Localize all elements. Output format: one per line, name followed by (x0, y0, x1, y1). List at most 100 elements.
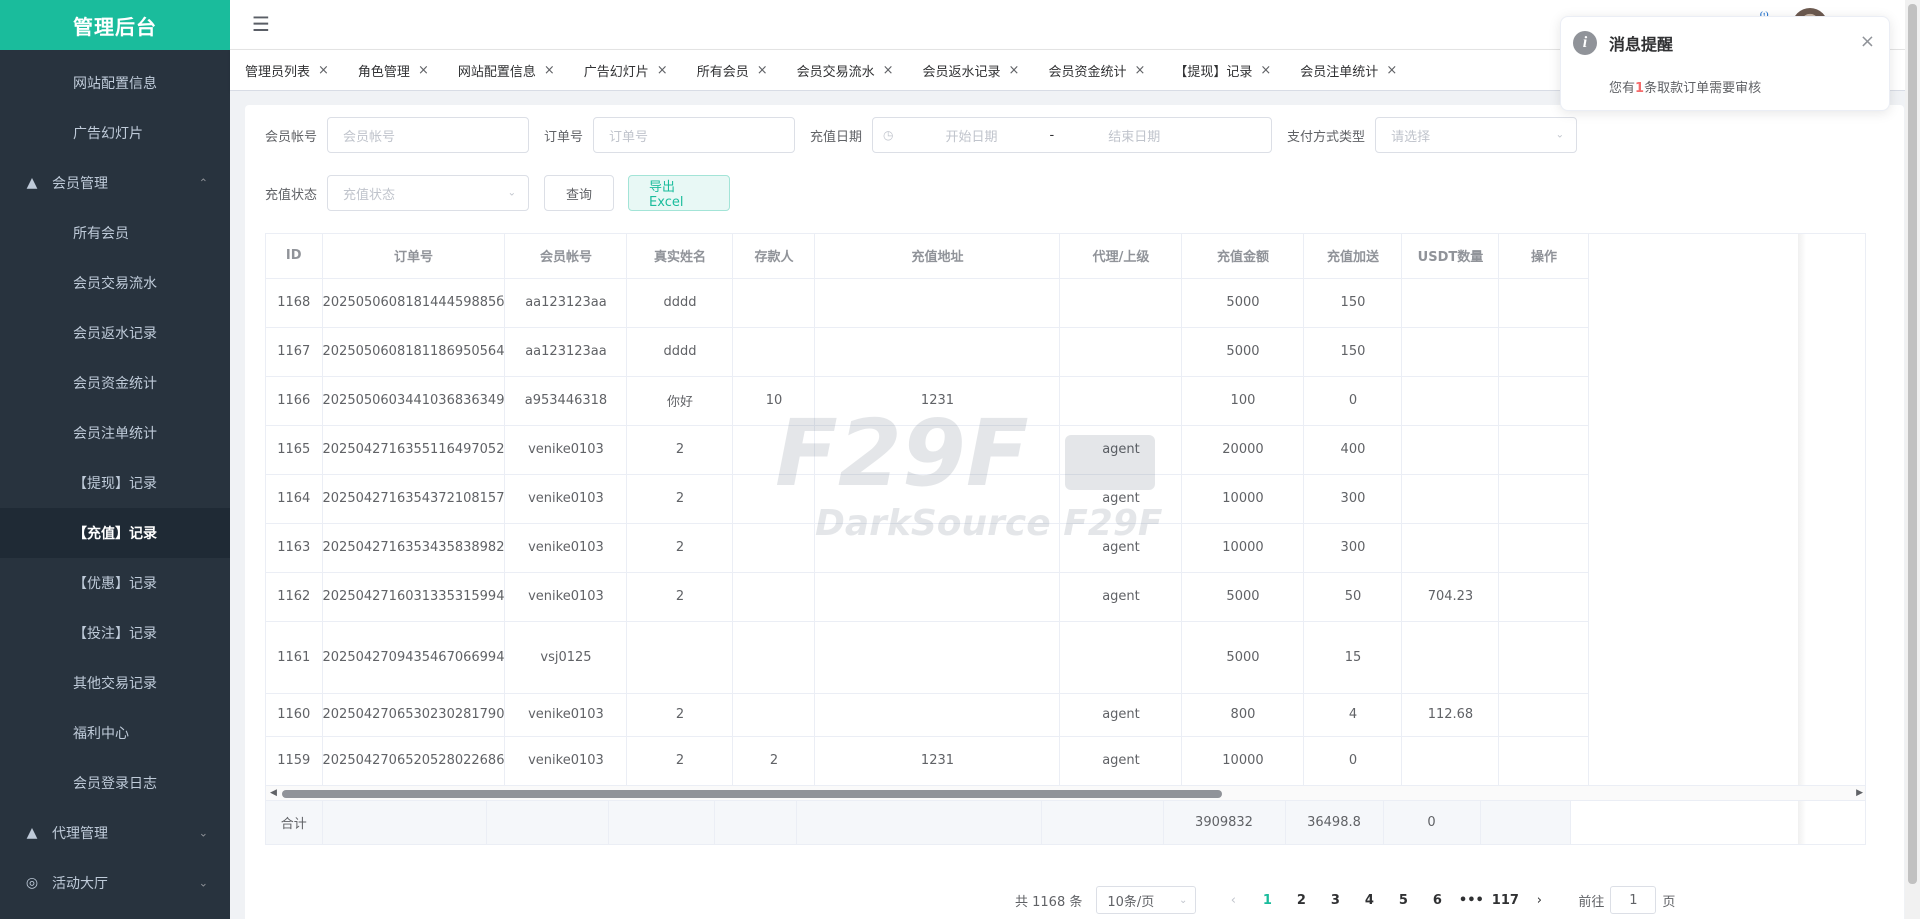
table-cell: 2025042706530230281790 (322, 693, 506, 737)
hamburger-menu-icon[interactable]: ☰ (252, 14, 270, 34)
page-scrollbar-thumb[interactable] (1908, 4, 1917, 884)
prev-page-icon[interactable]: ‹ (1218, 886, 1248, 914)
close-icon[interactable]: × (1009, 63, 1020, 78)
sidebar-item-9[interactable]: 【充值】记录 (0, 508, 230, 558)
page-number[interactable]: 3 (1320, 886, 1350, 914)
sidebar-item-7[interactable]: 会员注单统计 (0, 408, 230, 458)
sidebar-item-5[interactable]: 会员返水记录 (0, 308, 230, 358)
close-icon[interactable]: × (318, 63, 329, 78)
tab-6[interactable]: 会员返水记录 × (913, 55, 1030, 85)
column-header[interactable]: 充值加送 (1303, 234, 1403, 279)
pay-type-select[interactable]: 请选择 ⌄ (1375, 117, 1578, 153)
horizontal-scrollbar[interactable]: ◀ ▶ (266, 785, 1865, 801)
column-header[interactable]: 订单号 (322, 234, 506, 279)
page-number[interactable]: 117 (1490, 886, 1520, 914)
summary-cell (1480, 801, 1571, 844)
column-header[interactable]: ID (266, 234, 323, 279)
sidebar-item-14[interactable]: 会员登录日志 (0, 758, 230, 808)
scroll-left-icon[interactable]: ◀ (270, 788, 277, 798)
sidebar-item-4[interactable]: 会员交易流水 (0, 258, 230, 308)
tab-7[interactable]: 会员资金统计 × (1038, 55, 1155, 85)
close-icon[interactable]: × (1134, 63, 1145, 78)
action-cell[interactable] (1498, 425, 1590, 475)
column-header[interactable]: USDT数量 (1401, 234, 1500, 279)
page-scrollbar[interactable] (1905, 0, 1920, 919)
tab-0[interactable]: 管理员列表 × (235, 55, 339, 85)
table-cell: 1160 (266, 693, 323, 737)
action-cell[interactable] (1498, 278, 1590, 328)
close-icon[interactable]: × (883, 63, 894, 78)
scroll-right-icon[interactable]: ▶ (1856, 788, 1863, 798)
page-number[interactable]: 6 (1422, 886, 1452, 914)
sidebar-item-label: 会员注单统计 (73, 426, 157, 442)
date-end[interactable]: 结束日期 (1108, 126, 1160, 145)
tab-1[interactable]: 角色管理 × (348, 55, 439, 85)
action-cell[interactable] (1498, 523, 1590, 573)
sidebar-item-6[interactable]: 会员资金统计 (0, 358, 230, 408)
query-button[interactable]: 查询 (544, 175, 615, 211)
tab-9[interactable]: 会员注单统计 × (1290, 55, 1407, 85)
column-header[interactable]: 操作 (1498, 234, 1590, 279)
page-number[interactable]: 5 (1388, 886, 1418, 914)
action-cell[interactable] (1498, 376, 1590, 426)
more-pages-icon[interactable]: ••• (1456, 886, 1486, 914)
table-cell (1059, 621, 1183, 694)
sidebar-item-12[interactable]: 其他交易记录 (0, 658, 230, 708)
tab-5[interactable]: 会员交易流水 × (787, 55, 904, 85)
column-header[interactable]: 会员帐号 (504, 234, 628, 279)
table-cell (732, 693, 816, 737)
sidebar-item-1[interactable]: 广告幻灯片 (0, 108, 230, 158)
sidebar-item-3[interactable]: 所有会员 (0, 208, 230, 258)
goto-page-input[interactable]: 1 (1610, 886, 1657, 914)
sidebar-item-8[interactable]: 【提现】记录 (0, 458, 230, 508)
order-input[interactable]: 订单号 (593, 117, 796, 153)
date-range-picker[interactable]: ◷ 开始日期 - 结束日期 (872, 117, 1273, 153)
column-header[interactable]: 充值金额 (1181, 234, 1305, 279)
action-cell[interactable] (1498, 693, 1590, 737)
action-cell[interactable] (1498, 736, 1590, 786)
close-icon[interactable]: × (1386, 63, 1397, 78)
sidebar-item-11[interactable]: 【投注】记录 (0, 608, 230, 658)
sidebar-item-10[interactable]: 【优惠】记录 (0, 558, 230, 608)
action-cell[interactable] (1498, 621, 1590, 694)
next-page-icon[interactable]: › (1524, 886, 1554, 914)
scrollbar-thumb[interactable] (282, 790, 1222, 798)
sidebar-item-15[interactable]: ▲ 代理管理 ⌄ (0, 808, 230, 858)
tab-8[interactable]: 【提现】记录 × (1164, 55, 1281, 85)
action-cell[interactable] (1498, 572, 1590, 622)
summary-cell: 36498.8 (1285, 801, 1384, 844)
date-start[interactable]: 开始日期 (946, 126, 998, 145)
table-cell: 0 (1303, 736, 1403, 786)
close-icon[interactable]: × (418, 63, 429, 78)
close-icon[interactable]: × (1260, 63, 1271, 78)
action-cell[interactable] (1498, 474, 1590, 524)
app-logo-title: 管理后台 (0, 0, 230, 50)
close-icon[interactable]: × (757, 63, 768, 78)
close-icon[interactable]: × (657, 63, 668, 78)
close-icon[interactable]: × (1860, 31, 1875, 52)
sidebar-item-16[interactable]: ◎ 活动大厅 ⌄ (0, 858, 230, 908)
column-header[interactable]: 存款人 (732, 234, 816, 279)
table-cell (732, 572, 816, 622)
column-header[interactable]: 代理/上级 (1059, 234, 1183, 279)
close-icon[interactable]: × (544, 63, 555, 78)
page-number[interactable]: 4 (1354, 886, 1384, 914)
sidebar-item-2[interactable]: ▲ 会员管理 ⌃ (0, 158, 230, 208)
tab-3[interactable]: 广告幻灯片 × (574, 55, 678, 85)
page-number[interactable]: 2 (1286, 886, 1316, 914)
column-header[interactable]: 充值地址 (814, 234, 1061, 279)
sidebar-item-13[interactable]: 福利中心 (0, 708, 230, 758)
action-cell[interactable] (1498, 327, 1590, 377)
tab-4[interactable]: 所有会员 × (687, 55, 778, 85)
export-excel-button[interactable]: 导出Excel (628, 175, 731, 211)
tab-label: 会员返水记录 (922, 64, 1001, 80)
column-header[interactable]: 真实姓名 (626, 234, 734, 279)
sidebar-item-0[interactable]: 网站配置信息 (0, 58, 230, 108)
status-select[interactable]: 充值状态 ⌄ (327, 175, 530, 211)
page-number[interactable]: 1 (1252, 886, 1282, 914)
account-input[interactable]: 会员帐号 (327, 117, 530, 153)
filter-row-2: 充值状态 充值状态 ⌄ 查询 导出Excel (265, 175, 731, 211)
summary-row: 合计 3909832 36498.8 0 (266, 801, 1571, 844)
page-size-select[interactable]: 10条/页 ⌄ (1096, 886, 1197, 914)
tab-2[interactable]: 网站配置信息 × (448, 55, 565, 85)
